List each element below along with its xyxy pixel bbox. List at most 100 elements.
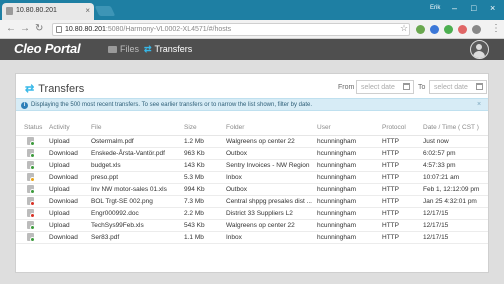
file-cell: budget.xls bbox=[91, 159, 184, 172]
column-header-size[interactable]: Size bbox=[184, 120, 226, 136]
date-cell: 12/17/15 bbox=[423, 219, 488, 232]
table-row[interactable]: Upload budget.xls 143 Kb Sentry Invoices - … bbox=[16, 159, 488, 172]
forward-icon[interactable]: → bbox=[20, 23, 30, 34]
column-header-user[interactable]: User bbox=[317, 120, 382, 136]
table-row[interactable]: Download Ser83.pdf 1.1 Mb Inbox hcunningham H… bbox=[16, 231, 488, 244]
to-date-input[interactable]: select date bbox=[429, 80, 487, 94]
new-tab-button[interactable] bbox=[94, 6, 116, 16]
extension-icon[interactable] bbox=[472, 25, 481, 34]
protocol-cell: HTTP bbox=[382, 159, 423, 172]
activity-cell: Download bbox=[49, 147, 91, 160]
transfer-arrows-icon: ⇄ bbox=[144, 44, 152, 54]
back-icon[interactable]: ← bbox=[6, 23, 16, 34]
size-cell: 5.3 Mb bbox=[184, 171, 226, 184]
column-header-protocol[interactable]: Protocol bbox=[382, 120, 423, 136]
activity-cell: Upload bbox=[49, 135, 91, 148]
app-logo[interactable]: Cleo Portal bbox=[14, 41, 81, 56]
folder-cell: Central shppg presales dist ... bbox=[226, 195, 317, 208]
status-dot bbox=[30, 200, 35, 206]
status-dot bbox=[30, 236, 35, 242]
extension-icon[interactable] bbox=[430, 25, 439, 34]
nav-transfers-label: Transfers bbox=[154, 44, 193, 54]
tab-title: 10.80.80.201 bbox=[16, 7, 57, 14]
close-window-icon[interactable]: × bbox=[490, 3, 495, 13]
table-row[interactable]: Download BOL Trgt-SE 002.png 7.3 Mb Central… bbox=[16, 195, 488, 208]
profile-name[interactable]: Erik bbox=[430, 5, 440, 11]
nav-transfers[interactable]: ⇄ Transfers bbox=[144, 44, 192, 55]
status-dot bbox=[30, 176, 35, 182]
status-ok-icon bbox=[27, 184, 35, 194]
status-dot bbox=[30, 188, 35, 194]
minimize-icon[interactable]: – bbox=[452, 3, 457, 13]
user-cell: hcunningham bbox=[317, 207, 382, 220]
file-cell: Engr000992.doc bbox=[91, 207, 184, 220]
column-header-date[interactable]: Date / Time ( CST ) bbox=[423, 120, 488, 136]
status-cell bbox=[16, 147, 49, 160]
table-row[interactable]: Download Enskede-Årsta-Vantör.pdf 963 Kb Ou… bbox=[16, 147, 488, 160]
column-header-file[interactable]: File bbox=[91, 120, 184, 136]
protocol-cell: HTTP bbox=[382, 207, 423, 220]
activity-cell: Upload bbox=[49, 207, 91, 220]
folder-icon bbox=[108, 46, 117, 53]
from-date-input[interactable]: select date bbox=[356, 80, 414, 94]
activity-cell: Download bbox=[49, 231, 91, 244]
file-cell: Ser83.pdf bbox=[91, 231, 184, 244]
extension-icon[interactable] bbox=[458, 25, 467, 34]
size-cell: 543 Kb bbox=[184, 219, 226, 232]
status-warn-icon bbox=[27, 172, 35, 182]
extension-icon[interactable] bbox=[416, 25, 425, 34]
protocol-cell: HTTP bbox=[382, 171, 423, 184]
table-row[interactable]: Upload TechSys99Feb.xls 543 Kb Walgreens op… bbox=[16, 219, 488, 232]
table-row[interactable]: Upload Inv NW motor-sales 01.xls 994 Kb Out… bbox=[16, 183, 488, 196]
column-header-folder[interactable]: Folder bbox=[226, 120, 317, 136]
table-row[interactable]: Upload Ostermalm.pdf 1.2 Mb Walgreens op ce… bbox=[16, 135, 488, 148]
user-avatar[interactable] bbox=[470, 40, 489, 59]
status-dot bbox=[30, 164, 35, 170]
dismiss-icon[interactable]: × bbox=[477, 101, 481, 108]
status-ok-icon bbox=[27, 232, 35, 242]
user-cell: hcunningham bbox=[317, 219, 382, 232]
status-cell bbox=[16, 171, 49, 184]
column-header-status[interactable]: Status bbox=[16, 120, 49, 136]
activity-cell: Upload bbox=[49, 219, 91, 232]
user-cell: hcunningham bbox=[317, 171, 382, 184]
calendar-icon[interactable] bbox=[403, 83, 410, 90]
table-row[interactable]: Download preso.ppt 5.3 Mb Inbox hcunningham H… bbox=[16, 171, 488, 184]
column-header-activity[interactable]: Activity bbox=[49, 120, 91, 136]
status-cell bbox=[16, 183, 49, 196]
status-dot bbox=[30, 140, 35, 146]
nav-files-label: Files bbox=[120, 44, 140, 54]
reload-icon[interactable]: ↻ bbox=[35, 23, 43, 34]
calendar-icon[interactable] bbox=[476, 83, 483, 90]
status-ok-icon bbox=[27, 148, 35, 158]
file-cell: BOL Trgt-SE 002.png bbox=[91, 195, 184, 208]
transfer-arrows-icon: ⇄ bbox=[25, 83, 35, 95]
protocol-cell: HTTP bbox=[382, 195, 423, 208]
address-bar[interactable]: 10.80.80.201:5080/Harmony-VL0002-XL4571/… bbox=[52, 23, 410, 36]
to-label: To bbox=[418, 84, 426, 91]
from-label: From bbox=[338, 84, 355, 91]
table-row[interactable]: Upload Engr000992.doc 2.2 Mb District 33 Su… bbox=[16, 207, 488, 220]
nav-files[interactable]: Files bbox=[108, 44, 139, 54]
file-cell: preso.ppt bbox=[91, 171, 184, 184]
close-tab-icon[interactable]: × bbox=[85, 6, 90, 15]
user-cell: hcunningham bbox=[317, 231, 382, 244]
to-date-placeholder: select date bbox=[434, 84, 468, 91]
extension-icon[interactable] bbox=[444, 25, 453, 34]
status-ok-icon bbox=[27, 136, 35, 146]
user-cell: hcunningham bbox=[317, 159, 382, 172]
avatar-head bbox=[476, 44, 482, 50]
browser-tab[interactable]: 10.80.80.201 × bbox=[2, 3, 94, 20]
maximize-icon[interactable]: □ bbox=[471, 3, 476, 13]
size-cell: 994 Kb bbox=[184, 183, 226, 196]
date-cell: Jan 25 4:32:01 pm bbox=[423, 195, 488, 208]
status-cell bbox=[16, 207, 49, 220]
from-date-placeholder: select date bbox=[361, 84, 395, 91]
date-cell: 12/17/15 bbox=[423, 231, 488, 244]
status-dot bbox=[30, 224, 35, 230]
activity-cell: Upload bbox=[49, 183, 91, 196]
info-icon[interactable] bbox=[56, 26, 62, 33]
bookmark-star-icon[interactable]: ☆ bbox=[400, 23, 408, 34]
menu-icon[interactable]: ⋮ bbox=[491, 23, 501, 34]
date-cell: 4:57:33 pm bbox=[423, 159, 488, 172]
